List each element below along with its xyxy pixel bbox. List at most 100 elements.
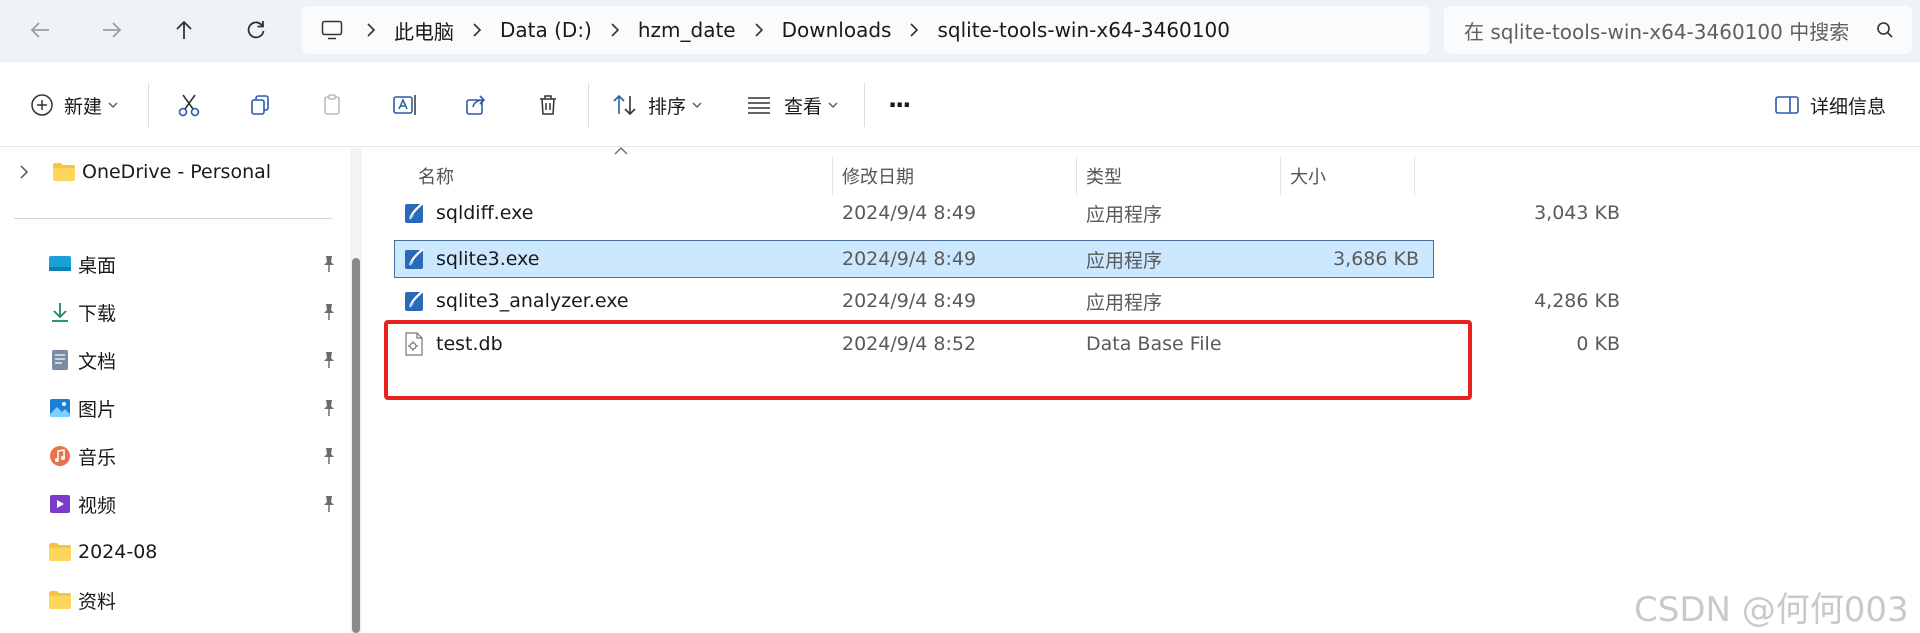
chevron-right-icon[interactable] [736,23,782,37]
file-row-selected[interactable]: sqlite3.exe 2024/9/4 8:49 应用程序 3,686 KB [394,240,1434,278]
column-divider[interactable] [1280,156,1281,196]
chevron-down-icon [828,102,838,108]
sidebar-item-documents[interactable]: 文档 [48,342,348,378]
sort-icon [613,94,636,116]
sidebar-item-folder-ziliao[interactable]: 资料 [48,582,348,618]
pin-icon[interactable] [320,254,338,274]
sidebar-item-label: 图片 [78,398,117,421]
file-row[interactable]: sqldiff.exe 2024/9/4 8:49 应用程序 3,043 KB [396,195,1780,231]
breadcrumb-item[interactable]: hzm_date [638,18,736,42]
column-divider[interactable] [1076,156,1077,196]
sidebar-item-pictures[interactable]: 图片 [48,390,348,426]
command-bar: 新建 排序 查看 ··· 详细信息 [0,63,1920,147]
cut-button[interactable] [176,83,202,127]
address-row: 此电脑 Data (D:) hzm_date Downloads sqlite-… [0,0,1920,62]
toolbar-divider [864,83,865,127]
back-button[interactable] [22,12,58,48]
details-label: 详细信息 [1810,95,1887,118]
pin-icon[interactable] [320,350,338,370]
chevron-down-icon [108,102,118,108]
refresh-button[interactable] [238,12,274,48]
breadcrumb[interactable]: 此电脑 Data (D:) hzm_date Downloads sqlite-… [302,6,1430,54]
pin-icon[interactable] [320,494,338,514]
rename-button[interactable] [392,83,418,127]
details-pane-icon [1775,96,1799,114]
chevron-right-icon[interactable] [18,165,30,179]
column-header-type[interactable]: 类型 [1086,156,1122,196]
sort-button[interactable]: 排序 [612,83,702,127]
sidebar-item-onedrive[interactable]: OneDrive - Personal [18,154,318,190]
chevron-right-icon[interactable] [348,23,394,37]
pin-icon[interactable] [320,446,338,466]
sidebar-item-label: 音乐 [78,446,117,469]
view-label: 查看 [784,95,823,118]
sidebar-item-folder-2024-08[interactable]: 2024-08 [48,534,348,570]
breadcrumb-item[interactable]: 此电脑 [394,16,454,45]
search-input[interactable]: 在 sqlite-tools-win-x64-3460100 中搜索 [1444,6,1912,54]
chevron-right-icon[interactable] [891,23,937,37]
search-placeholder: 在 sqlite-tools-win-x64-3460100 中搜索 [1464,19,1850,44]
share-icon [466,95,486,115]
sort-ascending-icon [614,147,628,155]
folder-icon [52,160,76,184]
file-type: 应用程序 [1086,291,1163,314]
trash-icon [540,95,556,115]
delete-button[interactable] [536,83,560,127]
pin-icon[interactable] [320,302,338,322]
file-name: sqldiff.exe [436,202,534,224]
up-button[interactable] [166,12,202,48]
breadcrumb-item[interactable]: Downloads [782,18,892,42]
clipboard-icon [324,94,340,115]
column-header-name[interactable]: 名称 [418,156,454,196]
toolbar-divider [148,83,149,127]
file-size: 4,286 KB [1534,290,1620,312]
folder-icon [48,540,72,564]
video-icon [48,492,72,516]
breadcrumb-item-current[interactable]: sqlite-tools-win-x64-3460100 [937,18,1229,42]
column-divider[interactable] [1414,156,1415,196]
pin-icon[interactable] [320,398,338,418]
paste-button[interactable] [320,83,344,127]
chevron-right-icon[interactable] [454,23,500,37]
sidebar-item-downloads[interactable]: 下载 [48,294,348,330]
sidebar-item-label: OneDrive - Personal [82,161,272,183]
chevron-right-icon[interactable] [592,23,638,37]
view-list-icon [748,97,770,114]
file-name-cell[interactable]: sqlite3_analyzer.exe [404,283,629,319]
column-header-size[interactable]: 大小 [1290,156,1326,196]
document-icon [48,348,72,372]
file-name-cell[interactable]: sqlite3.exe [404,241,540,277]
scissors-icon [178,94,200,117]
exe-file-icon [404,289,428,313]
share-button[interactable] [464,83,488,127]
arrow-left-icon [30,22,49,38]
toolbar-divider [588,83,589,127]
sidebar-item-label: 2024-08 [78,541,158,563]
sort-label: 排序 [648,95,687,118]
sidebar-item-music[interactable]: 音乐 [48,438,348,474]
more-options-button[interactable]: ··· [888,83,911,127]
sidebar-item-videos[interactable]: 视频 [48,486,348,522]
sidebar-scrollbar-thumb[interactable] [352,258,360,633]
view-button[interactable]: 查看 [746,83,838,127]
column-divider[interactable] [832,156,833,196]
exe-file-icon [404,247,428,271]
exe-file-icon [404,201,428,225]
file-name-cell[interactable]: sqldiff.exe [404,195,533,231]
sidebar-item-label: 资料 [78,590,117,613]
breadcrumb-item[interactable]: Data (D:) [500,18,592,42]
details-pane-button[interactable]: 详细信息 [1774,83,1886,127]
new-button[interactable]: 新建 [30,83,118,127]
computer-icon [321,20,343,40]
copy-button[interactable] [248,83,272,127]
forward-button[interactable] [94,12,130,48]
download-icon [48,300,72,324]
file-row[interactable]: sqlite3_analyzer.exe 2024/9/4 8:49 应用程序 … [396,283,1780,319]
column-header-date[interactable]: 修改日期 [842,156,914,196]
file-date: 2024/9/4 8:49 [842,290,977,312]
search-icon [1877,22,1893,38]
annotation-highlight-box [384,320,1472,400]
file-size: 3,043 KB [1534,202,1620,224]
sidebar-item-desktop[interactable]: 桌面 [48,246,348,282]
folder-icon [48,588,72,612]
